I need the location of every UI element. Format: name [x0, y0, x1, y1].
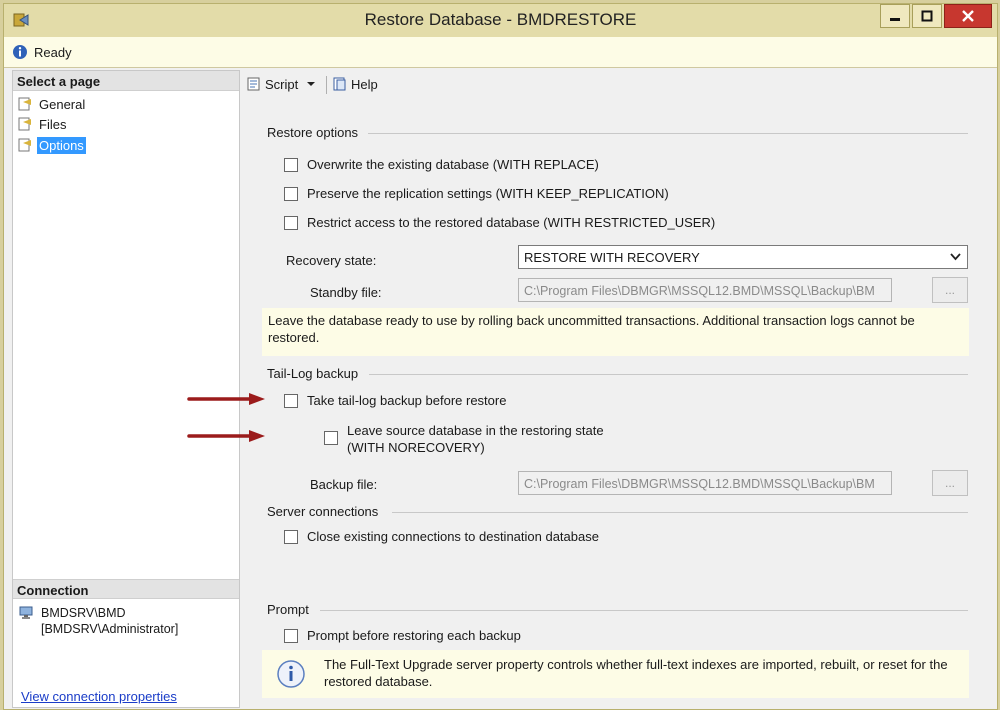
overwrite-checkbox-row[interactable]: Overwrite the existing database (WITH RE… [284, 157, 599, 172]
prompt-title: Prompt [267, 602, 309, 617]
toolbar-separator [326, 76, 327, 94]
window-title: Restore Database - BMDRESTORE [364, 10, 637, 29]
recovery-state-label: Recovery state: [286, 253, 377, 268]
toolbar: Script Help [240, 70, 995, 100]
divider [369, 374, 968, 375]
title-bar: Restore Database - BMDRESTORE [4, 4, 997, 37]
divider [320, 610, 968, 611]
options-page: Script Help Restore options Overwrite th… [240, 70, 995, 706]
preserve-replication-label: Preserve the replication settings (WITH … [307, 186, 669, 201]
server-connections-title: Server connections [267, 504, 379, 519]
full-text-info-text: The Full-Text Upgrade server property co… [324, 657, 948, 689]
close-connections-checkbox[interactable] [284, 529, 298, 544]
leave-source-label-line1: Leave source database in the restoring s… [347, 423, 604, 438]
overwrite-checkbox[interactable] [284, 157, 298, 172]
overwrite-label: Overwrite the existing database (WITH RE… [307, 157, 599, 172]
maximize-button[interactable] [912, 4, 942, 28]
page-icon [18, 138, 31, 152]
help-label: Help [351, 76, 378, 92]
annotation-arrow [187, 393, 265, 405]
page-item-general[interactable]: General [17, 95, 87, 113]
prompt-checkbox[interactable] [284, 628, 298, 643]
connection-user: [BMDSRV\Administrator] [41, 622, 179, 636]
select-page-header: Select a page [13, 71, 239, 91]
page-item-label: General [39, 96, 86, 112]
restore-database-window: Restore Database - BMDRESTORE Ready Sele… [3, 3, 998, 710]
help-icon [333, 77, 346, 91]
standby-file-input[interactable]: C:\Program Files\DBMGR\MSSQL12.BMD\MSSQL… [518, 278, 892, 302]
info-icon [277, 660, 305, 688]
script-icon [247, 77, 260, 91]
divider [368, 133, 968, 134]
preserve-replication-checkbox[interactable] [284, 186, 298, 201]
connection-server: BMDSRV\BMD [41, 606, 126, 620]
script-button[interactable]: Script [246, 76, 316, 92]
tail-log-title: Tail-Log backup [267, 366, 359, 381]
status-text: Ready [34, 45, 72, 60]
leave-source-label-line2: (WITH NORECOVERY) [347, 440, 485, 455]
page-item-files[interactable]: Files [17, 115, 68, 133]
page-item-label: Files [39, 116, 67, 132]
chevron-down-icon [307, 82, 316, 86]
backup-file-input[interactable]: C:\Program Files\DBMGR\MSSQL12.BMD\MSSQL… [518, 471, 892, 495]
info-icon [13, 45, 27, 59]
full-text-info-note: The Full-Text Upgrade server property co… [262, 650, 969, 698]
page-item-options[interactable]: Options [17, 136, 86, 154]
recovery-state-select[interactable]: RESTORE WITH RECOVERY [518, 245, 968, 269]
connection-info: BMDSRV\BMD [BMDSRV\Administrator] [19, 605, 178, 637]
preserve-replication-checkbox-row[interactable]: Preserve the replication settings (WITH … [284, 186, 669, 201]
take-tail-log-checkbox[interactable] [284, 393, 298, 408]
backup-file-browse-button[interactable]: ... [932, 470, 968, 496]
recovery-note: Leave the database ready to use by rolli… [262, 308, 969, 356]
prompt-label: Prompt before restoring each backup [307, 628, 521, 643]
close-connections-checkbox-row[interactable]: Close existing connections to destinatio… [284, 529, 599, 544]
connection-icon [19, 606, 33, 619]
minimize-icon [890, 18, 900, 21]
maximize-icon [921, 10, 933, 22]
connection-header: Connection [13, 579, 239, 599]
minimize-button[interactable] [880, 4, 910, 28]
status-bar: Ready [4, 37, 997, 68]
recovery-state-value: RESTORE WITH RECOVERY [524, 250, 700, 265]
leave-source-checkbox[interactable] [324, 431, 338, 445]
help-button[interactable]: Help [332, 76, 378, 92]
standby-file-browse-button[interactable]: ... [932, 277, 968, 303]
divider [392, 512, 968, 513]
backup-file-label: Backup file: [310, 477, 378, 492]
restrict-access-checkbox[interactable] [284, 215, 298, 230]
left-pane: Select a page General Files Options Conn… [12, 70, 240, 708]
take-tail-log-label: Take tail-log backup before restore [307, 393, 507, 408]
page-icon [18, 97, 31, 111]
close-button[interactable] [944, 4, 992, 28]
leave-source-checkbox-row[interactable]: Leave source database in the restoring s… [324, 422, 604, 456]
standby-file-label: Standby file: [310, 285, 382, 300]
restrict-access-checkbox-row[interactable]: Restrict access to the restored database… [284, 215, 715, 230]
close-icon [962, 10, 974, 22]
view-connection-properties-link[interactable]: View connection properties [21, 689, 177, 704]
page-icon [18, 117, 31, 131]
close-connections-label: Close existing connections to destinatio… [307, 529, 599, 544]
take-tail-log-checkbox-row[interactable]: Take tail-log backup before restore [284, 393, 506, 408]
restore-options-title: Restore options [267, 125, 359, 140]
prompt-checkbox-row[interactable]: Prompt before restoring each backup [284, 628, 521, 643]
restrict-access-label: Restrict access to the restored database… [307, 215, 716, 230]
annotation-arrow [187, 430, 265, 442]
script-label: Script [265, 76, 299, 92]
chevron-down-icon [950, 253, 961, 261]
page-item-label: Options [37, 136, 86, 154]
